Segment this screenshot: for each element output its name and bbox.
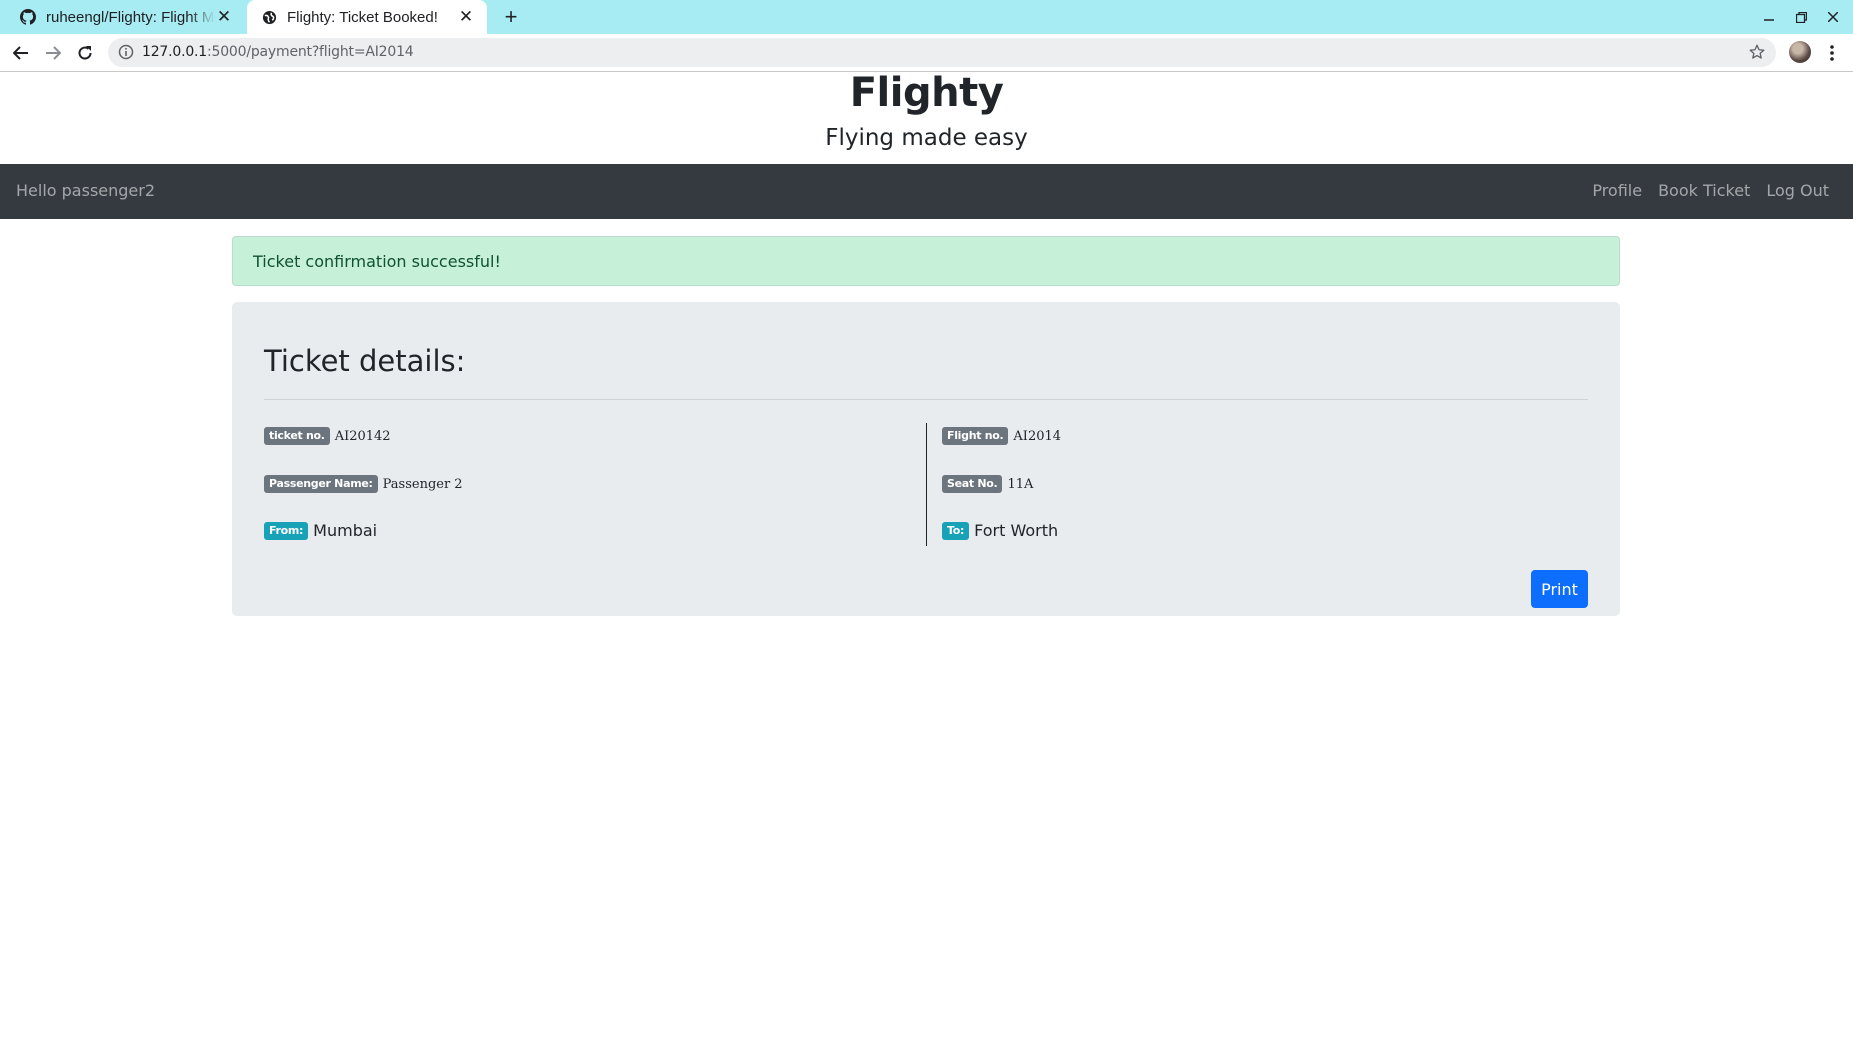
close-tab-icon[interactable]: ✕ xyxy=(457,7,475,26)
flight-number-value: AI2014 xyxy=(1013,428,1062,444)
to-field: To: Fort Worth xyxy=(942,521,1058,540)
seat-number-field: Seat No. 11A xyxy=(942,475,1033,493)
bookmark-star-icon[interactable] xyxy=(1748,43,1766,61)
success-alert: Ticket confirmation successful! xyxy=(232,236,1620,286)
github-icon xyxy=(20,9,36,25)
alert-message: Ticket confirmation successful! xyxy=(253,252,501,271)
seat-number-value: 11A xyxy=(1007,476,1034,492)
site-brand: Flighty xyxy=(849,70,1004,116)
url-text: 127.0.0.1:5000/payment?flight=AI2014 xyxy=(142,44,414,60)
globe-icon xyxy=(261,9,277,25)
ticket-card: Ticket details: ticket no. AI20142 Passe… xyxy=(232,302,1620,616)
to-value: Fort Worth xyxy=(974,521,1059,540)
nav-link-log-out[interactable]: Log Out xyxy=(1766,181,1829,200)
url-host: 127.0.0.1 xyxy=(142,44,207,60)
passenger-name-field: Passenger Name: Passenger 2 xyxy=(264,475,463,493)
passenger-name-badge: Passenger Name: xyxy=(264,475,378,493)
kebab-menu-icon[interactable] xyxy=(1823,42,1841,64)
flight-number-badge: Flight no. xyxy=(942,427,1009,445)
to-badge: To: xyxy=(942,521,970,540)
ticket-number-field: ticket no. AI20142 xyxy=(264,427,391,445)
navbar-links: Profile Book Ticket Log Out xyxy=(1592,181,1829,200)
profile-avatar[interactable] xyxy=(1789,41,1811,63)
tab-title: ruheengl/Flighty: Flight Management xyxy=(46,8,215,26)
forward-arrow-icon[interactable] xyxy=(41,41,65,65)
heading-divider xyxy=(264,399,1588,400)
nav-link-book-ticket[interactable]: Book Ticket xyxy=(1658,181,1750,200)
new-tab-plus-icon[interactable]: + xyxy=(498,4,524,30)
ticket-heading: Ticket details: xyxy=(264,344,466,378)
reload-icon[interactable] xyxy=(73,41,97,65)
browser-toolbar: 127.0.0.1:5000/payment?flight=AI2014 xyxy=(0,34,1853,72)
back-arrow-icon[interactable] xyxy=(9,41,33,65)
address-bar[interactable]: 127.0.0.1:5000/payment?flight=AI2014 xyxy=(108,38,1776,67)
seat-number-badge: Seat No. xyxy=(942,475,1003,493)
tab-title: Flighty: Ticket Booked! xyxy=(287,8,438,26)
restore-icon[interactable] xyxy=(1789,6,1813,28)
browser-tab-github[interactable]: ruheengl/Flighty: Flight Management ✕ xyxy=(0,0,245,34)
print-button[interactable]: Print xyxy=(1531,570,1588,608)
flight-number-field: Flight no. AI2014 xyxy=(942,427,1061,445)
from-badge: From: xyxy=(264,521,309,540)
site-tagline: Flying made easy xyxy=(825,125,1028,151)
navbar-greeting: Hello passenger2 xyxy=(16,181,156,200)
close-tab-icon[interactable]: ✕ xyxy=(215,7,233,26)
from-value: Mumbai xyxy=(313,521,378,540)
ticket-number-value: AI20142 xyxy=(334,428,391,444)
nav-link-profile[interactable]: Profile xyxy=(1592,181,1642,200)
passenger-name-value: Passenger 2 xyxy=(382,476,463,492)
ticket-number-badge: ticket no. xyxy=(264,427,330,445)
from-field: From: Mumbai xyxy=(264,521,377,540)
page-content: Flighty Flying made easy Hello passenger… xyxy=(0,70,1853,1053)
site-info-icon[interactable] xyxy=(118,44,134,60)
browser-tab-strip: ruheengl/Flighty: Flight Management ✕ Fl… xyxy=(0,0,1853,34)
navbar: Hello passenger2 Profile Book Ticket Log… xyxy=(0,164,1853,219)
column-divider xyxy=(926,423,927,546)
minimize-icon[interactable] xyxy=(1757,6,1781,28)
url-path: :5000/payment?flight=AI2014 xyxy=(207,44,414,60)
close-window-icon[interactable] xyxy=(1821,6,1845,28)
browser-tab-flighty[interactable]: Flighty: Ticket Booked! ✕ xyxy=(247,0,487,34)
